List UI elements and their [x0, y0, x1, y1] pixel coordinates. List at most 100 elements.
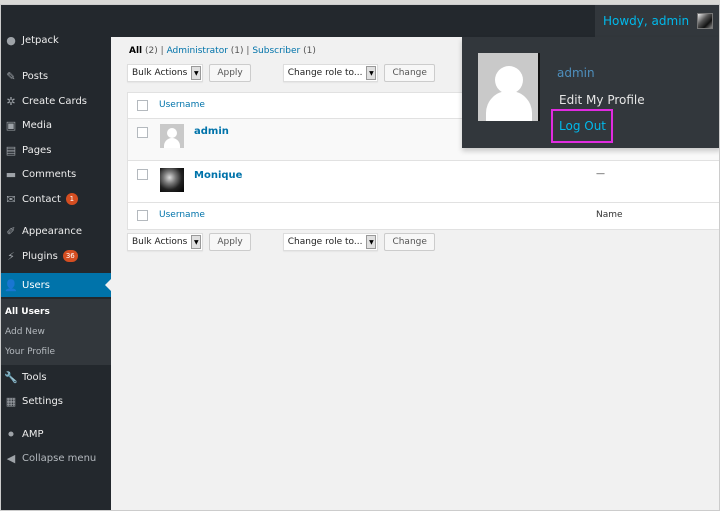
collapse-icon: ◀: [6, 451, 16, 465]
sidebar-item-label: Posts: [22, 70, 49, 82]
chevron-down-icon[interactable]: ▼: [366, 235, 377, 249]
submenu-item-your-profile[interactable]: Your Profile: [5, 347, 55, 357]
user-avatar-icon[interactable]: [697, 13, 713, 29]
change-role-select[interactable]: Change role to... ▼: [282, 64, 379, 82]
plugins-update-badge: 36: [62, 250, 78, 262]
username-link[interactable]: Monique: [194, 170, 242, 181]
submenu-item-all-users[interactable]: All Users: [5, 307, 50, 317]
sidebar-item-label: AMP: [22, 428, 44, 440]
username-link[interactable]: admin: [194, 126, 229, 137]
chevron-down-icon[interactable]: ▼: [191, 235, 202, 249]
filter-administrator-count: (1): [230, 46, 244, 56]
sidebar-item-tools[interactable]: 🔧 Tools: [1, 365, 111, 389]
gear-icon: ✲: [6, 94, 16, 108]
tablenav-bottom: Bulk Actions ▼ Apply Change role to... ▼…: [127, 233, 435, 253]
contact-count-badge: 1: [65, 193, 78, 205]
sidebar-item-settings[interactable]: ▦ Settings: [1, 389, 111, 413]
sidebar-item-plugins[interactable]: ⚡ Plugins 36: [1, 244, 111, 268]
table-row: Monique —: [128, 161, 719, 203]
filter-all-count: (2): [145, 46, 158, 56]
apply-button[interactable]: Apply: [209, 233, 251, 251]
howdy-greeting[interactable]: Howdy, admin: [603, 14, 689, 28]
comment-icon: ▬: [5, 167, 17, 181]
name-cell: —: [596, 169, 605, 179]
bulk-actions-value: Bulk Actions: [132, 237, 188, 247]
sidebar-item-label: Contact: [22, 193, 61, 205]
avatar: [478, 53, 540, 121]
sidebar-item-label: Create Cards: [22, 95, 88, 107]
chevron-down-icon[interactable]: ▼: [366, 66, 377, 80]
sidebar-item-label: Tools: [22, 371, 47, 383]
filter-all[interactable]: All: [129, 46, 142, 56]
envelope-icon: ✉: [6, 192, 16, 206]
users-submenu: All Users Add New Your Profile: [1, 299, 111, 365]
sidebar-item-comments[interactable]: ▬ Comments: [1, 162, 111, 186]
filter-administrator[interactable]: Administrator: [167, 46, 228, 56]
browser-viewport: Howdy, admin ● Jetpack ✎ Posts ✲ Create …: [0, 4, 720, 511]
sidebar-item-label: Settings: [22, 395, 64, 407]
change-role-select[interactable]: Change role to... ▼: [282, 233, 379, 251]
row-checkbox[interactable]: [137, 127, 148, 138]
chevron-down-icon[interactable]: ▼: [191, 66, 202, 80]
sidebar-item-amp[interactable]: ⚫ AMP: [1, 422, 111, 446]
media-icon: ▣: [5, 118, 17, 132]
admin-sidebar: ● Jetpack ✎ Posts ✲ Create Cards ▣ Media…: [1, 34, 111, 510]
table-footer-row: Username Name: [128, 203, 719, 229]
pages-icon: ▤: [5, 143, 17, 157]
my-account-dropdown: admin Edit My Profile Log Out: [462, 37, 719, 148]
sidebar-item-posts[interactable]: ✎ Posts: [1, 64, 111, 88]
bulk-actions-select[interactable]: Bulk Actions ▼: [127, 233, 204, 251]
sidebar-item-users[interactable]: 👤 Users: [1, 273, 111, 297]
filter-separator: |: [160, 46, 164, 56]
wrench-icon: 🔧: [4, 370, 18, 384]
pin-icon: ✎: [6, 69, 16, 83]
sidebar-item-jetpack[interactable]: ● Jetpack: [1, 28, 111, 52]
column-footer-username[interactable]: Username: [159, 210, 205, 220]
select-all-checkbox[interactable]: [137, 100, 148, 111]
sidebar-item-pages[interactable]: ▤ Pages: [1, 138, 111, 162]
sidebar-item-label: Users: [22, 279, 51, 291]
log-out-label[interactable]: Log Out: [559, 119, 606, 133]
submenu-item-add-new[interactable]: Add New: [5, 327, 45, 337]
my-account-menu-toggle[interactable]: Howdy, admin: [595, 5, 719, 37]
column-footer-name[interactable]: Name: [596, 210, 623, 220]
select-all-checkbox[interactable]: [137, 210, 148, 221]
sidebar-item-label: Pages: [22, 144, 52, 156]
user-role-filters: All (2) | Administrator (1) | Subscriber…: [129, 46, 316, 56]
display-name-link[interactable]: admin: [557, 66, 595, 80]
collapse-menu-button[interactable]: ◀ Collapse menu: [1, 446, 111, 470]
sidebar-item-create-cards[interactable]: ✲ Create Cards: [1, 89, 111, 113]
filter-subscriber[interactable]: Subscriber: [252, 46, 300, 56]
brush-icon: ✐: [6, 224, 16, 238]
bulk-actions-select[interactable]: Bulk Actions ▼: [127, 64, 204, 82]
apply-button[interactable]: Apply: [209, 64, 251, 82]
change-role-button[interactable]: Change: [384, 233, 435, 251]
column-header-username[interactable]: Username: [159, 100, 205, 110]
filter-separator: |: [246, 46, 250, 56]
sidebar-item-label: Comments: [22, 168, 77, 180]
sidebar-item-appearance[interactable]: ✐ Appearance: [1, 219, 111, 243]
filter-subscriber-count: (1): [303, 46, 316, 56]
sidebar-item-media[interactable]: ▣ Media: [1, 113, 111, 137]
sidebar-item-contact[interactable]: ✉ Contact 1: [1, 187, 111, 211]
avatar: [160, 124, 184, 148]
log-out-link[interactable]: Log Out: [551, 109, 613, 143]
avatar: [160, 168, 184, 192]
sidebar-item-label: Jetpack: [22, 34, 59, 46]
bulk-actions-value: Bulk Actions: [132, 68, 188, 78]
tablenav-top: Bulk Actions ▼ Apply Change role to... ▼…: [127, 64, 435, 84]
change-role-value: Change role to...: [287, 237, 363, 247]
row-checkbox[interactable]: [137, 169, 148, 180]
sidebar-item-label: Appearance: [22, 225, 83, 237]
change-role-value: Change role to...: [287, 68, 363, 78]
edit-profile-link[interactable]: Edit My Profile: [559, 93, 645, 107]
sidebar-item-label: Media: [22, 119, 53, 131]
plug-icon: ⚡: [7, 249, 15, 263]
user-icon: 👤: [4, 278, 18, 292]
jetpack-icon: ●: [6, 33, 16, 47]
change-role-button[interactable]: Change: [384, 64, 435, 82]
settings-icon: ▦: [5, 394, 17, 408]
amp-icon: ⚫: [6, 427, 16, 441]
sidebar-item-label: Collapse menu: [22, 452, 97, 464]
sidebar-item-label: Plugins: [22, 250, 58, 262]
